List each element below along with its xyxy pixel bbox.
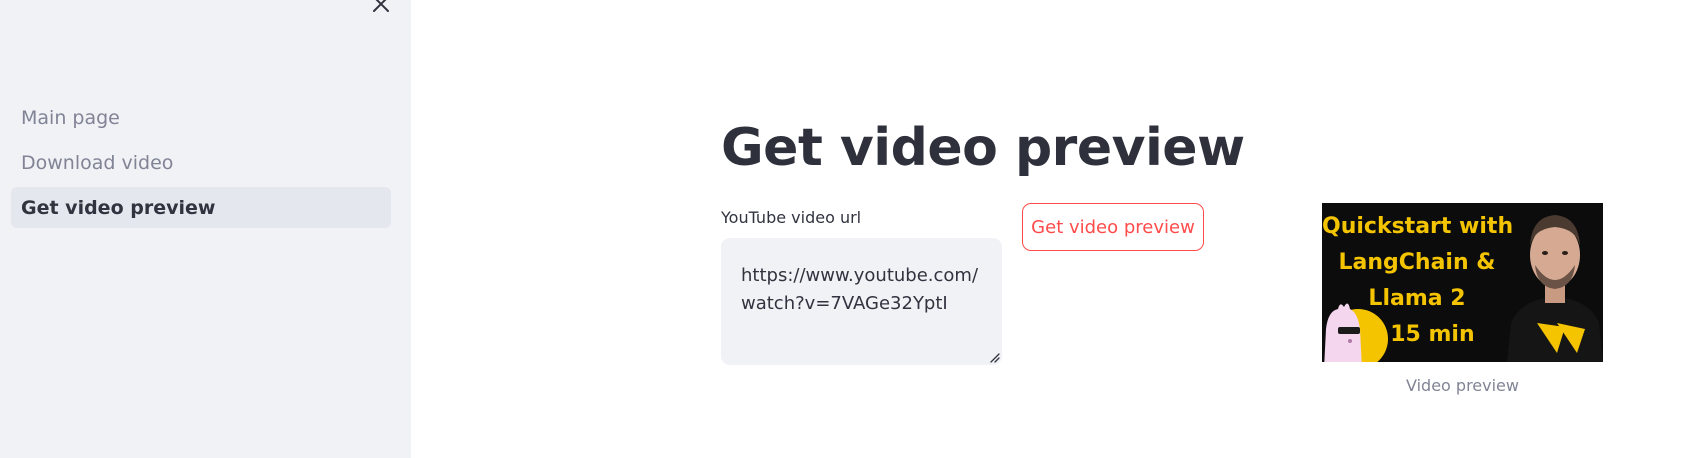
sidebar-item-label: Get video preview	[21, 196, 216, 219]
thumbnail-line: Quickstart with	[1322, 214, 1514, 239]
sidebar-item-label: Download video	[21, 151, 174, 174]
sidebar-item-download-video[interactable]: Download video	[11, 142, 391, 183]
close-sidebar-button[interactable]	[369, 0, 393, 16]
url-input[interactable]: https://www.youtube.com/watch?v=7VAGe32Y…	[721, 238, 1002, 365]
url-field-label: YouTube video url	[721, 208, 862, 227]
presenter-photo	[1507, 215, 1603, 362]
sidebar-item-label: Main page	[21, 106, 120, 129]
close-icon	[373, 0, 389, 12]
thumbnail-caption: Video preview	[1406, 376, 1519, 395]
resize-handle-icon[interactable]	[988, 351, 1000, 363]
page-title: Get video preview	[721, 118, 1245, 178]
app-root: Main page Download video Get video previ…	[0, 0, 1687, 458]
sidebar: Main page Download video Get video previ…	[0, 0, 411, 458]
thumbnail-line: LangChain &	[1338, 250, 1496, 275]
sidebar-nav: Main page Download video Get video previ…	[11, 97, 391, 232]
sidebar-item-main-page[interactable]: Main page	[11, 97, 391, 138]
llama-mascot-icon	[1324, 303, 1388, 362]
video-thumbnail: Quickstart with LangChain & Llama 2 in 1…	[1322, 203, 1603, 362]
get-video-preview-button[interactable]: Get video preview	[1022, 203, 1204, 251]
sidebar-item-get-video-preview[interactable]: Get video preview	[11, 187, 391, 228]
